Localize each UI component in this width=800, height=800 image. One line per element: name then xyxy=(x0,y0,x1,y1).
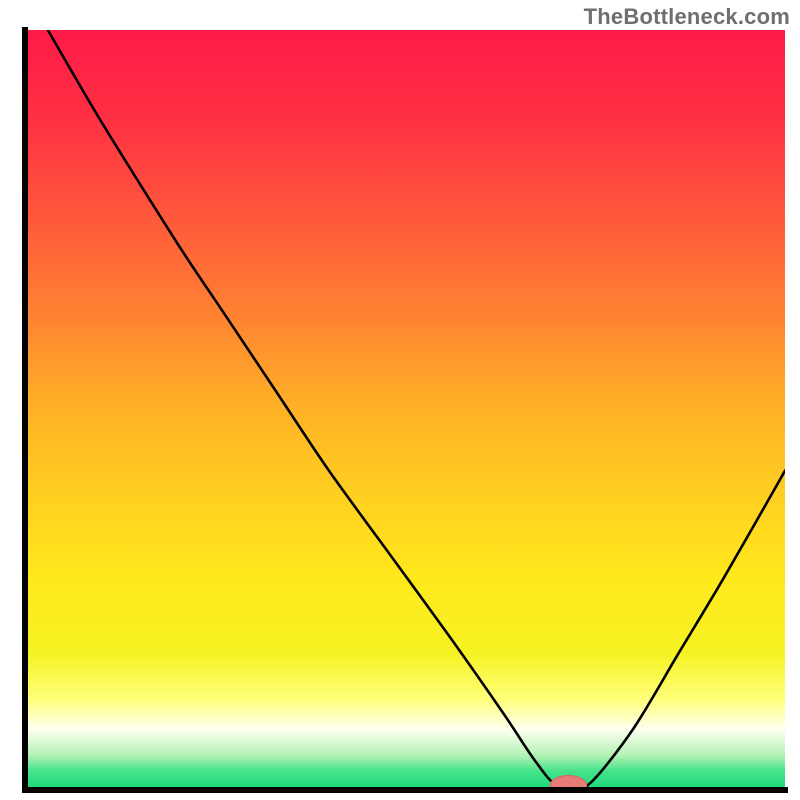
bottleneck-chart xyxy=(0,0,800,800)
plot-background xyxy=(25,30,785,790)
watermark-text: TheBottleneck.com xyxy=(584,4,790,30)
